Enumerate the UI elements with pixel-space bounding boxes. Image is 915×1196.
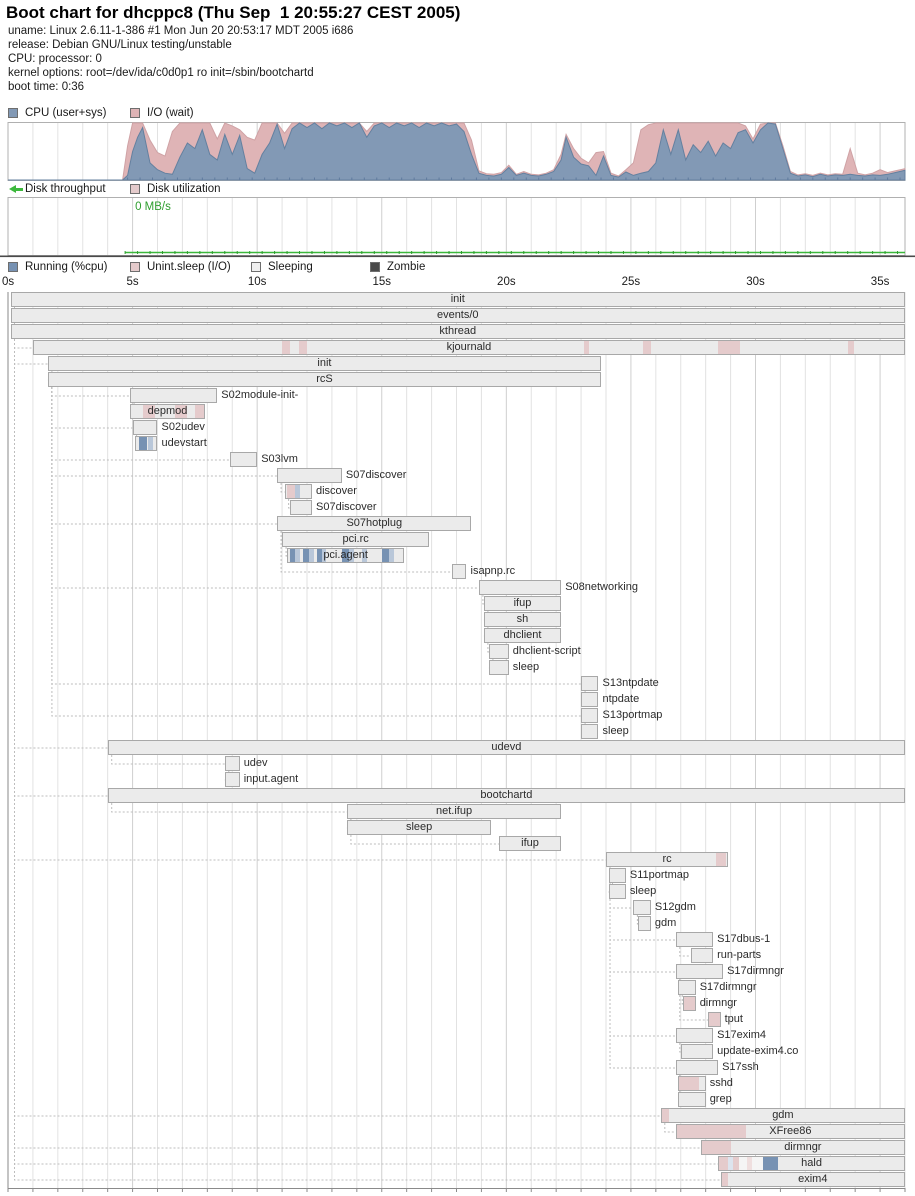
bootchart-page: Boot chart for dhcppc8 (Thu Sep 1 20:55:… (0, 0, 915, 1196)
process-label: S08networking (565, 580, 638, 595)
process-label: S17exim4 (717, 1028, 766, 1043)
process-label: rcS (48, 372, 601, 387)
process-label: S07discover (316, 500, 377, 515)
process-label: S02module-init- (221, 388, 298, 403)
process-label: kjournald (33, 340, 905, 355)
process-bar (277, 468, 342, 483)
process-bar (285, 484, 312, 499)
process-state-segment (287, 485, 295, 498)
process-state-segment (139, 437, 148, 450)
process-label: input.agent (244, 772, 298, 787)
process-bar (230, 452, 257, 467)
process-label: S17ssh (722, 1060, 759, 1075)
process-label: net.ifup (347, 804, 561, 819)
process-label: depmod (130, 404, 205, 419)
process-bar (225, 756, 240, 771)
process-state-segment (148, 437, 153, 450)
process-label: sleep (630, 884, 656, 899)
process-label: discover (316, 484, 357, 499)
process-bar (130, 388, 217, 403)
process-label: grep (710, 1092, 732, 1107)
process-label: init (48, 356, 601, 371)
process-state-segment (678, 1077, 699, 1090)
process-label: ifup (484, 596, 561, 611)
process-label: tput (725, 1012, 743, 1027)
process-label: dhclient (484, 628, 561, 643)
process-label: udevstart (162, 436, 207, 451)
process-label: init (11, 292, 906, 307)
process-label: XFree86 (676, 1124, 905, 1139)
process-label: S13portmap (603, 708, 663, 723)
process-state-segment (708, 1013, 721, 1026)
process-bar (678, 980, 695, 995)
process-label: hald (718, 1156, 905, 1171)
process-label: S07hotplug (277, 516, 471, 531)
process-bar (681, 1044, 713, 1059)
process-state-segment (295, 485, 300, 498)
process-bar (581, 692, 598, 707)
process-bar (678, 1076, 705, 1091)
process-gantt: initevents/0kthreadkjournaldinitrcSS02mo… (0, 0, 915, 1196)
process-label: events/0 (11, 308, 906, 323)
process-label: S17dirmngr (700, 980, 757, 995)
process-label: gdm (655, 916, 676, 931)
process-label: S07discover (346, 468, 407, 483)
process-label: pci.agent (287, 548, 404, 563)
process-bar (479, 580, 561, 595)
process-bar (676, 932, 713, 947)
process-bar (581, 708, 598, 723)
process-label: isapnp.rc (471, 564, 516, 579)
process-label: udev (244, 756, 268, 771)
process-label: S12gdm (655, 900, 696, 915)
process-label: S02udev (162, 420, 205, 435)
process-label: S17dirmngr (727, 964, 784, 979)
process-label: udevd (108, 740, 905, 755)
process-label: S17dbus-1 (717, 932, 770, 947)
process-label: sh (484, 612, 561, 627)
process-bar (633, 900, 650, 915)
process-bar (581, 724, 598, 739)
process-bar (683, 996, 696, 1011)
process-label: dirmngr (700, 996, 737, 1011)
process-bar (581, 676, 598, 691)
process-label: S13ntpdate (603, 676, 659, 691)
process-label: run-parts (717, 948, 761, 963)
process-bar (135, 436, 157, 451)
process-bar (489, 644, 509, 659)
process-label: ntpdate (603, 692, 640, 707)
process-bar (638, 916, 651, 931)
process-bar (678, 1092, 705, 1107)
process-label: bootchartd (108, 788, 905, 803)
process-bar (676, 1060, 718, 1075)
process-bar (609, 884, 626, 899)
process-bar (290, 500, 312, 515)
process-label: S03lvm (261, 452, 298, 467)
process-label: dhclient-script (513, 644, 581, 659)
process-label: S11portmap (630, 868, 689, 883)
process-label: ifup (499, 836, 561, 851)
process-label: rc (606, 852, 728, 867)
process-label: pci.rc (282, 532, 429, 547)
process-bar (489, 660, 509, 675)
process-label: update-exim4.co (717, 1044, 798, 1059)
process-bar (452, 564, 467, 579)
process-label: sleep (347, 820, 492, 835)
process-label: gdm (661, 1108, 905, 1123)
process-label: sleep (513, 660, 539, 675)
process-bar (133, 420, 158, 435)
process-bar (676, 1028, 713, 1043)
process-label: sleep (603, 724, 629, 739)
process-bar (609, 868, 626, 883)
process-state-segment (683, 997, 696, 1010)
process-label: dirmngr (701, 1140, 905, 1155)
process-bar (691, 948, 713, 963)
process-label: sshd (710, 1076, 733, 1091)
process-label: exim4 (721, 1172, 905, 1187)
process-bar (225, 772, 240, 787)
process-bar (708, 1012, 721, 1027)
process-bar (676, 964, 723, 979)
process-label: kthread (11, 324, 906, 339)
